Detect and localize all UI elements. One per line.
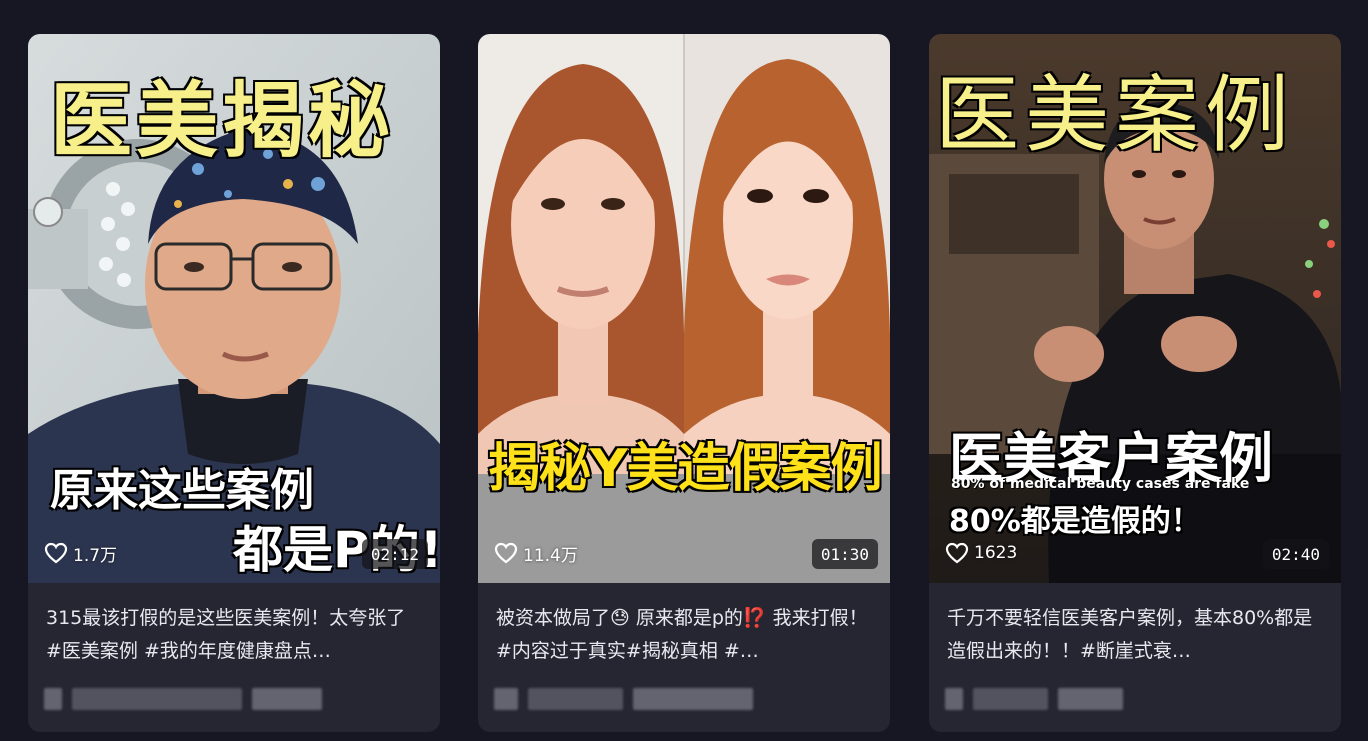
heart-icon bbox=[945, 542, 969, 564]
author-info-blurred[interactable] bbox=[44, 686, 322, 712]
video-card[interactable]: 揭秘Y美造假案例 11.4万 01:30 被资本做局了😓 原来都是p的⁉️ 我来… bbox=[478, 34, 890, 732]
video-description[interactable]: 315最该打假的是这些医美案例！太夸张了 #医美案例 #我的年度健康盘点… bbox=[46, 602, 426, 668]
like-count: 11.4万 bbox=[494, 540, 578, 566]
thumbnail-title-overlay: 医美案例 bbox=[935, 66, 1296, 164]
like-count-text: 11.4万 bbox=[523, 545, 578, 566]
author-info-blurred[interactable] bbox=[494, 686, 753, 712]
video-card[interactable]: 医美揭秘 原来这些案例 都是P的! 1.7万 02:12 315最该打假的是这些… bbox=[28, 34, 440, 732]
video-description[interactable]: 被资本做局了😓 原来都是p的⁉️ 我来打假！ #内容过于真实#揭秘真相 #… bbox=[496, 602, 876, 668]
video-grid: 医美揭秘 原来这些案例 都是P的! 1.7万 02:12 315最该打假的是这些… bbox=[0, 0, 1368, 741]
video-thumbnail[interactable]: 医美案例 医美客户案例 80% of medical beauty cases … bbox=[929, 34, 1341, 583]
thumbnail-caption-line-1: 原来这些案例 bbox=[50, 465, 314, 516]
video-thumbnail[interactable]: 医美揭秘 原来这些案例 都是P的! 1.7万 02:12 bbox=[28, 34, 440, 583]
thumbnail-title-overlay: 医美揭秘 bbox=[50, 73, 395, 169]
like-count: 1623 bbox=[945, 540, 1017, 566]
video-description[interactable]: 千万不要轻信医美客户案例，基本80%都是造假出来的！！#断崖式衰… bbox=[947, 602, 1327, 668]
heart-icon bbox=[44, 542, 68, 564]
video-card[interactable]: 医美案例 医美客户案例 80% of medical beauty cases … bbox=[929, 34, 1341, 732]
like-count-text: 1623 bbox=[974, 543, 1018, 563]
like-count-text: 1.7万 bbox=[73, 545, 118, 566]
duration-badge: 02:12 bbox=[361, 539, 428, 569]
thumbnail-caption-english: 80% of medical beauty cases are fake bbox=[951, 476, 1250, 492]
author-info-blurred[interactable] bbox=[945, 686, 1123, 712]
like-count: 1.7万 bbox=[44, 540, 117, 566]
heart-icon bbox=[494, 542, 518, 564]
video-thumbnail[interactable]: 揭秘Y美造假案例 11.4万 01:30 bbox=[478, 34, 890, 583]
thumbnail-title-overlay: 揭秘Y美造假案例 bbox=[488, 439, 883, 499]
thumbnail-caption-line-2: 80%都是造假的！ bbox=[949, 504, 1201, 539]
duration-badge: 02:40 bbox=[1262, 539, 1329, 569]
duration-badge: 01:30 bbox=[811, 539, 878, 569]
